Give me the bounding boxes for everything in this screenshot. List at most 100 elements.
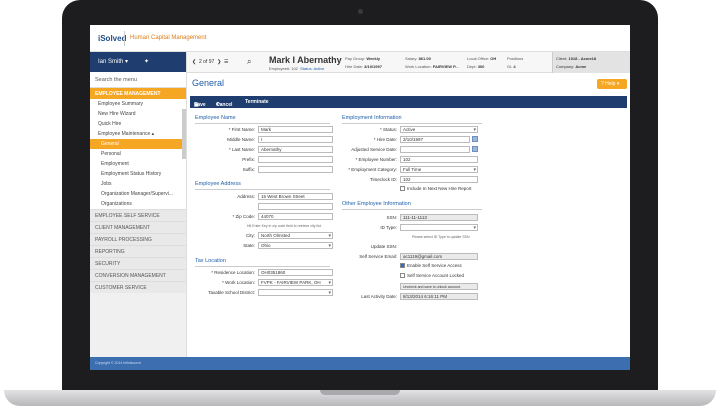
section-divider xyxy=(342,123,482,124)
employee-name-section-title: Employee Name xyxy=(195,115,236,121)
nav-item-personal[interactable]: Personal xyxy=(90,149,186,159)
prefix-label: Prefix: xyxy=(242,157,255,162)
id-type-label: ID Type: xyxy=(380,225,397,230)
pay-group-label: Pay Group: xyxy=(345,56,366,61)
user-name[interactable]: Ian Smith ▾ xyxy=(98,59,128,65)
logo-divider xyxy=(124,31,125,46)
employee-number-field[interactable]: 102 xyxy=(400,156,478,163)
laptop-notch xyxy=(320,390,400,395)
first-name-label: * First Name: xyxy=(228,127,255,132)
pager-count: 2 of 97 xyxy=(198,59,215,65)
nav-item-employment-status-history[interactable]: Employment Status History xyxy=(90,169,186,179)
employee-status: Status: Active xyxy=(300,66,325,71)
nav-reporting[interactable]: REPORTING xyxy=(90,245,186,257)
nav-item-quick-hire[interactable]: Quick Hire xyxy=(90,119,186,129)
nav-payroll-processing[interactable]: PAYROLL PROCESSING xyxy=(90,233,186,245)
user-menu[interactable]: Ian Smith ▾ ✦ xyxy=(90,52,186,72)
client-label: Client: xyxy=(556,56,568,61)
brand-logo[interactable]: iSolved xyxy=(98,34,126,43)
hire-date: Hire Date: 3/10/1997 xyxy=(345,64,382,69)
nav-conversion-management[interactable]: CONVERSION MANAGEMENT xyxy=(90,269,186,281)
gl: GL 4 xyxy=(507,64,516,69)
status-label: * Status: xyxy=(379,127,397,132)
nav-item-organization-manager[interactable]: Organization Manager/Supervi... xyxy=(90,189,186,199)
update-ssn-label: Update SSN: xyxy=(370,244,397,249)
calendar-icon[interactable] xyxy=(472,146,478,152)
status-select[interactable]: Active xyxy=(400,126,478,133)
nav-item-new-hire-wizard[interactable]: New Hire Wizard xyxy=(90,109,186,119)
employee-number-label: * Employee Number: xyxy=(355,157,397,162)
save-label: Save xyxy=(194,102,206,108)
client-value: 1018 - Acme18 xyxy=(568,56,597,61)
adjusted-service-date-field[interactable] xyxy=(400,146,470,153)
zip-hint: Hit Enter Key in zip code field to retri… xyxy=(247,224,322,228)
last-activity-label: Last Activity Date: xyxy=(361,294,397,299)
nav-employee-self-service[interactable]: EMPLOYEE SELF SERVICE xyxy=(90,209,186,221)
app-screen: iSolved Human Capital Management Ian Smi… xyxy=(90,25,630,370)
tax-location-section-title: Tax Location xyxy=(195,258,226,264)
address-line2-field[interactable] xyxy=(258,203,333,210)
hire-date-label: Hire Date: xyxy=(345,64,364,69)
residence-label: * Residence Location: xyxy=(211,270,255,275)
employment-category-select[interactable]: Full Time xyxy=(400,166,478,173)
id-type-hint: Please select ID Type to update SSN xyxy=(412,235,470,239)
nav-security[interactable]: SECURITY xyxy=(90,257,186,269)
residence-location-field[interactable]: OH0351860 xyxy=(258,269,333,276)
work-location: Work Location: FAIRVIEW P... xyxy=(405,64,459,69)
dept: Dept: 300 xyxy=(467,64,484,69)
search-icon[interactable]: ⌕ xyxy=(247,57,251,67)
pin-icon[interactable]: ✦ xyxy=(144,58,149,65)
enable-ss-checkbox[interactable] xyxy=(400,263,405,268)
footer: Copyright © 2014 Infinisource xyxy=(90,357,630,370)
record-pager[interactable]: ❮ 2 of 97 ❯ ☰ xyxy=(192,59,229,65)
prev-icon[interactable]: ❮ xyxy=(192,59,196,65)
nav-customer-service[interactable]: CUSTOMER SERVICE xyxy=(90,281,186,293)
hire-date-label: * Hire Date: xyxy=(373,137,397,142)
nav-item-general[interactable]: General xyxy=(90,139,186,149)
address-line1-field[interactable]: 15 West Brown Street xyxy=(258,193,333,200)
unlock-hint: Uncheck and save to unlock account. xyxy=(400,283,478,290)
nav-item-employee-maintenance[interactable]: Employee Maintenance ▴ xyxy=(90,129,186,139)
employment-info-section-title: Employment Information xyxy=(342,115,402,121)
help-button[interactable]: ? Help ▾ xyxy=(597,79,627,89)
menu-search-input[interactable]: Search the menu xyxy=(90,72,186,88)
section-divider xyxy=(195,266,330,267)
nav-item-employee-summary[interactable]: Employee Summary xyxy=(90,99,186,109)
ssn-label: SSN: xyxy=(386,215,397,220)
hire-date-field[interactable]: 3/10/1997 xyxy=(400,136,470,143)
employee-header: ❮ 2 of 97 ❯ ☰ ⌕ Mark I Abernathy Employe… xyxy=(187,52,630,73)
new-hire-report-checkbox[interactable] xyxy=(400,186,405,191)
terminate-button[interactable]: Terminate xyxy=(245,99,269,105)
zip-label: * Zip Code: xyxy=(232,214,255,219)
other-info-section-title: Other Employee Information xyxy=(342,201,411,207)
employment-category-label: * Employment Category: xyxy=(348,167,397,172)
section-divider xyxy=(195,189,330,190)
camera-dot xyxy=(358,9,363,14)
next-icon[interactable]: ❯ xyxy=(217,59,221,65)
city-select[interactable]: North Olmsted xyxy=(258,232,333,239)
nav-item-organizations[interactable]: Organizations xyxy=(90,199,186,209)
account-locked-checkbox[interactable] xyxy=(400,273,405,278)
company-label: Company: xyxy=(556,64,575,69)
nav-item-employment[interactable]: Employment xyxy=(90,159,186,169)
hire-date-value: 3/10/1997 xyxy=(364,64,382,69)
client-info[interactable]: Client: 1018 - Acme18 Company: Acme xyxy=(552,52,630,73)
local-office: Local Office: OH xyxy=(467,56,496,61)
work-location-select[interactable]: FVPK - FAIRVIEW PARK, OH xyxy=(258,279,333,286)
nav-section-employee-management[interactable]: EMPLOYEE MANAGEMENT xyxy=(90,88,186,99)
list-icon[interactable]: ☰ xyxy=(224,59,228,65)
nav-client-management[interactable]: CLIENT MANAGEMENT xyxy=(90,221,186,233)
suffix-label: Suffix: xyxy=(242,167,255,172)
adjusted-service-date-label: Adjusted Service Date: xyxy=(351,147,397,152)
timeclock-id-field[interactable]: 102 xyxy=(400,176,478,183)
id-type-select[interactable] xyxy=(400,224,478,231)
main-content: General ? Help ▾ ▣ Save ↶ Cancel Termina… xyxy=(187,73,630,357)
dept-value: 300 xyxy=(477,64,485,69)
address-label: Address: xyxy=(237,194,255,199)
nav-item-jobs[interactable]: Jobs xyxy=(90,179,186,189)
ss-email-label: Self Service Email: xyxy=(359,254,397,259)
gl-label: GL xyxy=(507,64,513,69)
employee-number: Employee#: 102 xyxy=(269,66,298,71)
calendar-icon[interactable] xyxy=(472,136,478,142)
pay-group-value: Weekly xyxy=(366,56,381,61)
